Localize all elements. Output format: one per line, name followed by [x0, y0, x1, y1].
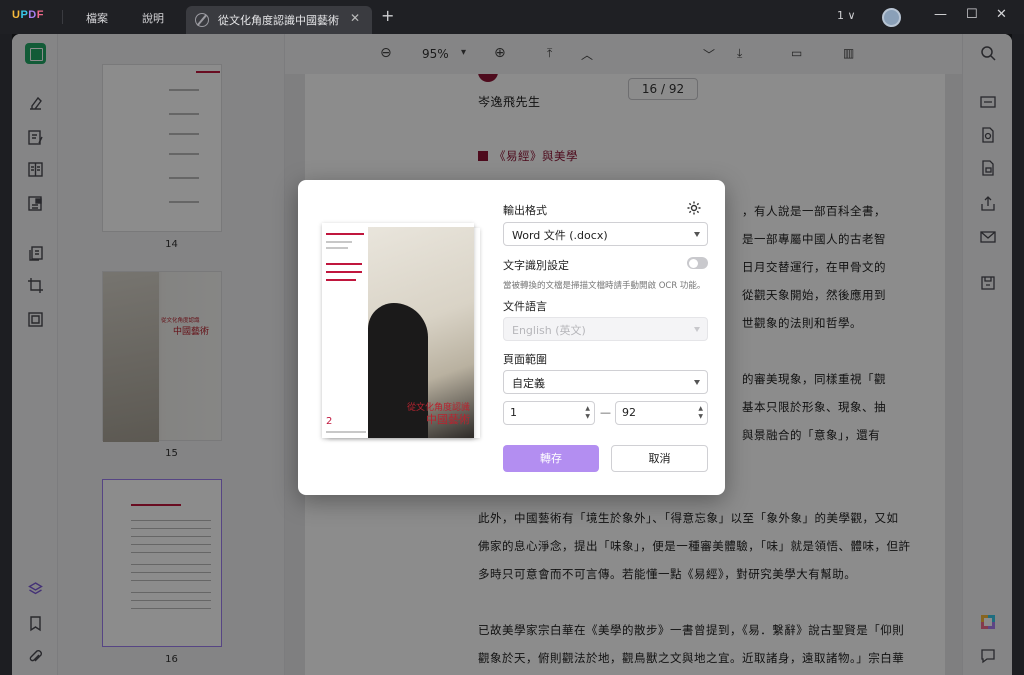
chevron-down-icon	[694, 380, 700, 385]
preview-page: 從文化角度認識 中國藝術 2	[322, 223, 474, 438]
avatar[interactable]	[882, 8, 901, 27]
chevron-down-icon	[694, 232, 700, 237]
export-dialog: 從文化角度認識 中國藝術 2 輸出格式 Word 文件 (.docx) 文字識別設…	[298, 180, 725, 495]
preview-title: 從文化角度認識 中國藝術	[406, 403, 470, 426]
title-bar: UPDF 檔案 說明 從文化角度認識中國藝術 ✕ + 1 ∨ — ☐ ✕	[0, 0, 1024, 34]
stepper-icon[interactable]: ▲ ▼	[698, 405, 703, 421]
ocr-toggle[interactable]	[687, 257, 708, 269]
document-tab[interactable]: 從文化角度認識中國藝術 ✕	[186, 6, 372, 34]
close-button[interactable]: ✕	[996, 7, 1007, 22]
output-format-label: 輸出格式	[503, 204, 547, 217]
maximize-button[interactable]: ☐	[966, 7, 978, 22]
stepper-icon[interactable]: ▲ ▼	[585, 405, 590, 421]
window-count-dropdown[interactable]: 1 ∨	[837, 9, 856, 22]
menu-file[interactable]: 檔案	[86, 10, 108, 26]
tab-title: 從文化角度認識中國藝術	[218, 14, 339, 27]
menu-help[interactable]: 說明	[142, 10, 164, 26]
document-language-select: English (英文)	[503, 317, 708, 341]
page-range-select[interactable]: 自定義	[503, 370, 708, 394]
range-dash: —	[600, 406, 611, 419]
export-button[interactable]: 轉存	[503, 445, 599, 472]
updf-logo: UPDF	[12, 9, 44, 21]
ocr-settings-label: 文字識別設定	[503, 259, 569, 272]
menu-divider	[62, 10, 63, 24]
no-edit-icon	[195, 13, 209, 27]
page-range-label: 頁面範圍	[503, 353, 547, 366]
preview-page-number: 2	[326, 416, 333, 427]
ocr-hint: 當被轉換的文檔是掃描文檔時請手動開啟 OCR 功能。	[503, 281, 706, 291]
new-tab-button[interactable]: +	[381, 6, 394, 25]
range-to-input[interactable]: 92 ▲ ▼	[615, 401, 708, 425]
output-format-select[interactable]: Word 文件 (.docx)	[503, 222, 708, 246]
range-from-input[interactable]: 1 ▲ ▼	[503, 401, 595, 425]
minimize-button[interactable]: —	[934, 7, 947, 22]
gear-icon[interactable]	[686, 200, 702, 216]
chevron-down-icon	[694, 327, 700, 332]
cancel-button[interactable]: 取消	[611, 445, 708, 472]
tab-close-icon[interactable]: ✕	[350, 11, 360, 25]
document-language-label: 文件語言	[503, 300, 547, 313]
